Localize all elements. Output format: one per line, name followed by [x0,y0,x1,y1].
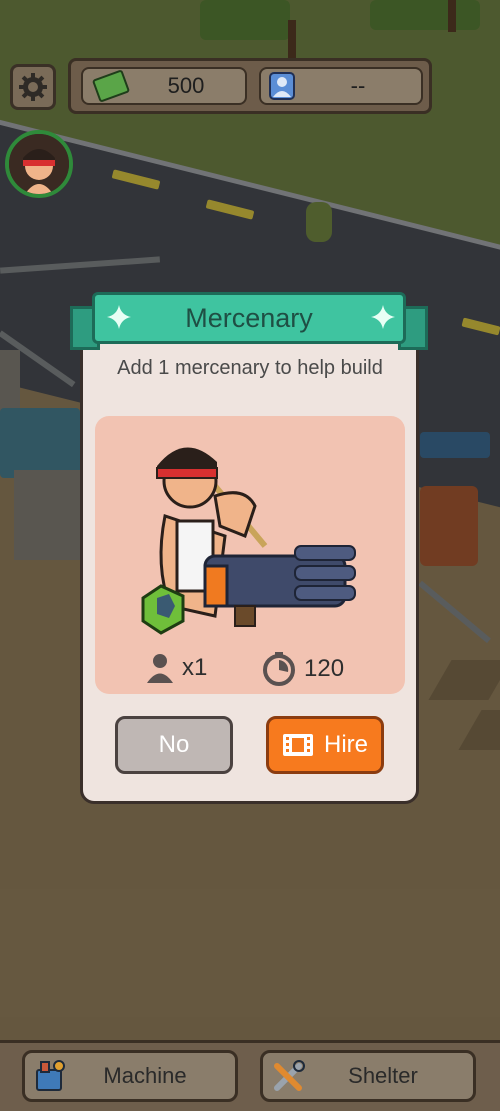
gear-icon [19,73,47,101]
mercenary-art-panel [95,416,405,694]
cash-counter: 500 [81,67,247,105]
sparkle-icon [107,305,131,329]
film-icon [282,734,313,756]
hire-button[interactable]: Hire [266,716,384,774]
mercenary-portrait [9,134,69,194]
person-icon [147,654,173,683]
shelter-button[interactable]: Shelter [260,1050,476,1102]
machine-label: Machine [103,1063,187,1088]
hire-button-label: Hire [323,731,368,758]
cash-value: 500 [167,73,205,98]
no-button[interactable]: No [115,716,233,774]
title-ribbon: Mercenary [70,292,428,356]
timer-icon [263,652,295,686]
user-icon [269,72,295,100]
bottom-bar: Machine Shelter [0,1040,500,1111]
ribbon-banner: Mercenary [92,292,406,344]
population-value: -- [350,73,366,98]
machine-button[interactable]: Machine [22,1050,238,1102]
machine-icon [36,1060,65,1091]
sparkle-icon [371,305,395,329]
resource-bar: 500 -- [68,58,432,114]
cash-icon [91,69,131,103]
mercenary-count: x1 [146,652,207,684]
no-button-label: No [158,731,190,758]
mercenary-illustration [141,447,356,635]
dialog-description: Add 1 mercenary to help build [117,357,383,379]
dialog-title: Mercenary [185,302,313,333]
duration-value: 120 [304,655,345,682]
avatar[interactable] [5,130,73,198]
settings-button[interactable] [10,64,56,110]
tools-icon [274,1060,305,1091]
count-value: x1 [182,654,208,681]
duration: 120 [262,652,344,686]
shelter-label: Shelter [348,1063,418,1088]
population-counter: -- [259,67,423,105]
